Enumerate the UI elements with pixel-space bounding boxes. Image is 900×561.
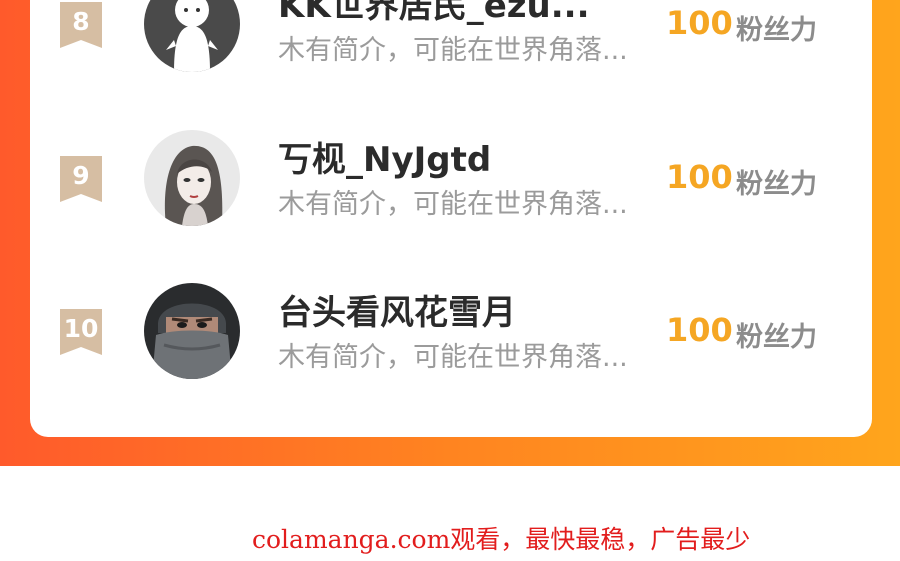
user-description: 木有简介，可能在世界角落... [278, 342, 628, 373]
fan-power-score: 100 [666, 158, 733, 196]
rank-badge: 8 [60, 2, 102, 48]
user-name[interactable]: KK世界居民_ezu... [278, 0, 638, 27]
fan-power-score: 100 [666, 4, 733, 42]
leaderboard-card: 8 KK世界居民_ezu... 木有简介，可能在世界角落... 100 粉丝力 … [30, 0, 872, 437]
rank-badge: 10 [60, 309, 102, 355]
ghost-avatar-icon[interactable] [144, 0, 240, 72]
user-name[interactable]: 台头看风花雪月 [278, 285, 638, 334]
leaderboard-row[interactable]: 9 丂枧_NyJgtd 木有简介，可能在世界角落... 100 粉丝力 [30, 128, 872, 228]
rank-badge: 9 [60, 156, 102, 202]
leaderboard-row[interactable]: 8 KK世界居民_ezu... 木有简介，可能在世界角落... 100 粉丝力 [30, 0, 872, 74]
user-name[interactable]: 丂枧_NyJgtd [278, 132, 638, 181]
user-description: 木有简介，可能在世界角落... [278, 189, 628, 220]
rank-number: 8 [72, 7, 90, 36]
fan-power-label: 粉丝力 [736, 169, 817, 200]
fan-power-label: 粉丝力 [736, 15, 817, 46]
user-description: 木有简介，可能在世界角落... [278, 35, 628, 66]
masked-man-avatar[interactable] [144, 283, 240, 379]
fan-power-label: 粉丝力 [736, 322, 817, 353]
rank-number: 10 [63, 314, 99, 343]
leaderboard-row[interactable]: 10 台头看风花雪月 木有简介，可能在世界角落... 100 粉丝力 [30, 281, 872, 381]
sketch-portrait-avatar[interactable] [144, 130, 240, 226]
watermark-text: colamanga.com观看，最快最稳，广告最少 [252, 525, 751, 554]
fan-power-score: 100 [666, 311, 733, 349]
rank-number: 9 [72, 161, 90, 190]
